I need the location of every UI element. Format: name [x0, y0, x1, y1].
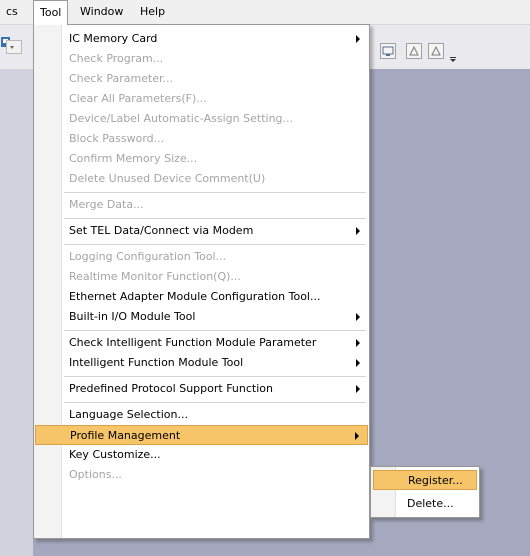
menu-item-ethernet-adapter-tool[interactable]: Ethernet Adapter Module Configuration To…: [35, 287, 368, 307]
menu-item-built-in-io-module-tool[interactable]: Built-in I/O Module Tool: [35, 307, 368, 327]
menu-item-options[interactable]: Options...: [35, 465, 368, 485]
menu-item-profile-management[interactable]: Profile Management: [35, 425, 368, 445]
menu-item-block-password[interactable]: Block Password...: [35, 129, 368, 149]
menu-bar: cs Tool Window Help: [0, 0, 530, 25]
submenu-arrow-icon: [356, 385, 360, 393]
menubar-item-help[interactable]: Help: [134, 0, 171, 24]
menu-separator: [64, 330, 366, 331]
submenu-item-delete[interactable]: Delete...: [373, 494, 477, 514]
menu-item-check-intelligent-function-module-parameter[interactable]: Check Intelligent Function Module Parame…: [35, 333, 368, 353]
menu-item-realtime-monitor-function[interactable]: Realtime Monitor Function(Q)...: [35, 267, 368, 287]
toolbar-icon-group: [370, 39, 460, 62]
device-icon[interactable]: [406, 43, 422, 59]
workspace-left-strip: [0, 69, 33, 556]
menubar-item-window[interactable]: Window: [74, 0, 129, 24]
menu-item-key-customize[interactable]: Key Customize...: [35, 445, 368, 465]
submenu-arrow-icon: [356, 227, 360, 235]
menu-separator: [64, 244, 366, 245]
monitor-icon[interactable]: [380, 43, 396, 59]
profile-management-submenu: Register... Delete...: [370, 466, 480, 518]
menu-item-confirm-memory-size[interactable]: Confirm Memory Size...: [35, 149, 368, 169]
menu-separator: [64, 192, 366, 193]
menu-item-device-label-auto-assign[interactable]: Device/Label Automatic-Assign Setting...: [35, 109, 368, 129]
menu-item-check-parameter[interactable]: Check Parameter...: [35, 69, 368, 89]
menu-item-clear-all-parameters[interactable]: Clear All Parameters(F)...: [35, 89, 368, 109]
device-edit-icon[interactable]: [428, 43, 444, 59]
submenu-arrow-icon: [356, 35, 360, 43]
menu-item-set-tel-data[interactable]: Set TEL Data/Connect via Modem: [35, 221, 368, 241]
menu-item-merge-data[interactable]: Merge Data...: [35, 195, 368, 215]
menu-separator: [64, 402, 366, 403]
menu-item-predefined-protocol-support[interactable]: Predefined Protocol Support Function: [35, 379, 368, 399]
menu-separator: [64, 376, 366, 377]
menu-item-language-selection[interactable]: Language Selection...: [35, 405, 368, 425]
submenu-arrow-icon: [356, 339, 360, 347]
menu-item-logging-configuration-tool[interactable]: Logging Configuration Tool...: [35, 247, 368, 267]
submenu-item-register[interactable]: Register...: [373, 470, 477, 490]
menu-item-check-program[interactable]: Check Program...: [35, 49, 368, 69]
menu-item-ic-memory-card[interactable]: IC Memory Card: [35, 29, 368, 49]
tool-menu: IC Memory Card Check Program... Check Pa…: [33, 24, 370, 539]
menu-item-intelligent-function-module-tool[interactable]: Intelligent Function Module Tool: [35, 353, 368, 373]
submenu-arrow-icon: [356, 359, 360, 367]
menu-separator: [64, 218, 366, 219]
menu-item-delete-unused-device-comment[interactable]: Delete Unused Device Comment(U): [35, 169, 368, 189]
submenu-arrow-icon: [356, 313, 360, 321]
menubar-item-tool[interactable]: Tool: [33, 0, 69, 25]
collapse-button[interactable]: [6, 40, 22, 54]
menubar-item-cs[interactable]: cs: [0, 0, 24, 24]
toolbar-overflow-icon[interactable]: [450, 53, 458, 62]
submenu-arrow-icon: [355, 432, 359, 440]
